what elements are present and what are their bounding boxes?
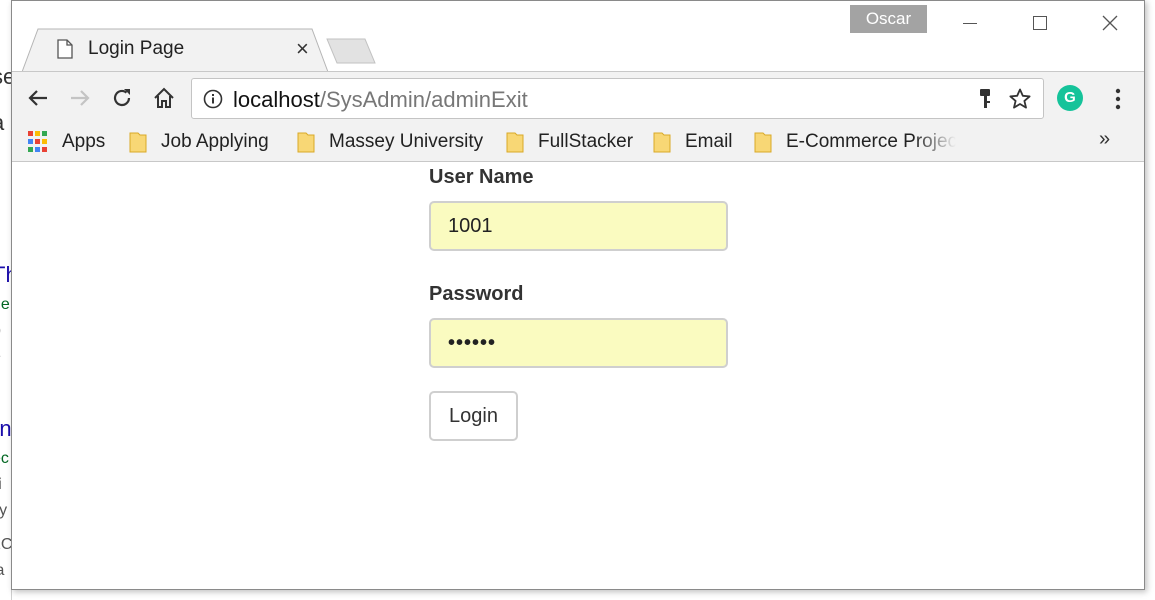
bg-text-fragment: b bbox=[0, 322, 1, 340]
address-bar[interactable]: localhost/SysAdmin/adminExit bbox=[191, 78, 1044, 119]
browser-window: Oscar Login Page × localhost/SysAdmin/ad… bbox=[11, 0, 1145, 590]
reload-button[interactable] bbox=[109, 85, 135, 111]
bookmarks-overflow-button[interactable]: » bbox=[1099, 128, 1110, 151]
tab-close-icon[interactable]: × bbox=[296, 36, 309, 62]
login-button[interactable]: Login bbox=[429, 391, 518, 441]
folder-icon bbox=[129, 132, 147, 153]
key-icon[interactable] bbox=[977, 88, 993, 110]
page-icon bbox=[57, 39, 73, 59]
username-label: User Name bbox=[429, 166, 534, 188]
bookmark-label: Email bbox=[685, 131, 733, 152]
tab-login-page[interactable]: Login Page × bbox=[22, 28, 328, 72]
bg-link-fragment: rn bbox=[0, 416, 12, 441]
bookmark-job-applying[interactable]: Job Applying bbox=[129, 129, 269, 155]
bg-text-fragment: ec bbox=[0, 450, 9, 467]
bg-text-fragment: ily bbox=[0, 502, 7, 520]
bookmark-fullstacker[interactable]: FullStacker bbox=[506, 129, 633, 155]
bg-text-fragment: ti bbox=[0, 476, 2, 494]
bookmark-label: FullStacker bbox=[538, 131, 634, 152]
apps-grid-icon bbox=[28, 131, 50, 153]
bookmark-massey-university[interactable]: Massey University bbox=[297, 129, 483, 155]
password-label: Password bbox=[429, 283, 524, 305]
bookmark-e-commerce[interactable]: E-Commerce Projec bbox=[754, 129, 956, 155]
maximize-button[interactable] bbox=[1005, 5, 1075, 41]
reload-icon bbox=[113, 89, 131, 107]
close-window-button[interactable] bbox=[1075, 5, 1144, 41]
bookmark-label: Massey University bbox=[329, 131, 484, 152]
bookmark-label: Apps bbox=[62, 131, 106, 152]
folder-icon bbox=[653, 132, 671, 153]
bg-text-fragment: ne bbox=[0, 296, 10, 313]
bookmarks-bar: Apps Job Applying Massey University Full… bbox=[12, 121, 1144, 162]
password-input[interactable]: •••••• bbox=[429, 318, 728, 368]
folder-icon bbox=[754, 132, 772, 153]
navigation-toolbar: localhost/SysAdmin/adminExit G bbox=[12, 71, 1144, 121]
arrow-right-icon bbox=[71, 90, 90, 106]
login-form: User Name 1001 Password •••••• Login bbox=[429, 163, 729, 441]
tab-title: Login Page bbox=[88, 38, 185, 59]
bookmark-label: E-Commerce Projec bbox=[786, 131, 956, 152]
home-button[interactable] bbox=[151, 85, 177, 111]
folder-icon bbox=[506, 132, 524, 153]
new-tab-button[interactable] bbox=[325, 38, 377, 64]
page-content: User Name 1001 Password •••••• Login bbox=[12, 163, 1144, 589]
url-host: localhost bbox=[233, 87, 320, 112]
minimize-button[interactable] bbox=[935, 5, 1005, 41]
url-text[interactable]: localhost/SysAdmin/adminExit bbox=[233, 87, 528, 113]
bg-text-fragment: a bbox=[0, 110, 4, 136]
close-icon bbox=[1102, 15, 1118, 31]
profile-badge[interactable]: Oscar bbox=[850, 5, 927, 33]
minimize-icon bbox=[963, 22, 977, 24]
grammarly-extension-icon[interactable]: G bbox=[1057, 85, 1083, 111]
title-bar: Oscar Login Page × bbox=[12, 1, 1144, 72]
url-path: /SysAdmin/adminExit bbox=[319, 87, 528, 112]
bookmark-label: Job Applying bbox=[161, 131, 269, 152]
forward-button[interactable] bbox=[67, 85, 93, 111]
maximize-icon bbox=[1033, 16, 1047, 30]
bg-text-fragment: la bbox=[0, 562, 4, 580]
folder-icon bbox=[297, 132, 315, 153]
info-icon[interactable] bbox=[203, 89, 223, 109]
bookmark-email[interactable]: Email bbox=[653, 129, 733, 155]
username-input[interactable]: 1001 bbox=[429, 201, 728, 251]
back-button[interactable] bbox=[25, 85, 51, 111]
arrow-left-icon bbox=[28, 90, 47, 106]
more-vert-icon[interactable] bbox=[1108, 87, 1128, 111]
bookmark-apps[interactable]: Apps bbox=[28, 129, 105, 155]
star-icon[interactable] bbox=[1008, 87, 1032, 111]
home-icon bbox=[154, 87, 174, 108]
bg-text-fragment: e bbox=[0, 348, 1, 366]
